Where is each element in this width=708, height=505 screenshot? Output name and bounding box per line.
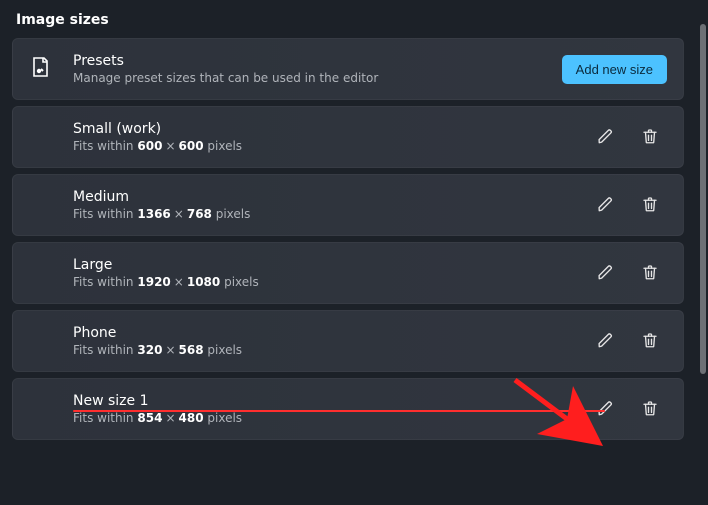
size-height: 768 xyxy=(187,207,212,221)
fits-label: Fits within xyxy=(73,275,134,289)
delete-button[interactable] xyxy=(639,398,661,420)
size-width: 600 xyxy=(137,139,162,153)
times-sep: × xyxy=(171,207,187,221)
pencil-icon xyxy=(597,331,615,352)
size-dimensions: Fits within 1920×1080 pixels xyxy=(73,275,595,289)
add-new-size-button[interactable]: Add new size xyxy=(562,55,667,84)
delete-button[interactable] xyxy=(639,330,661,352)
size-width: 320 xyxy=(137,343,162,357)
size-row-actions xyxy=(595,262,661,284)
size-row-text: New size 1 Fits within 854×480 pixels xyxy=(73,393,595,425)
size-width: 1920 xyxy=(137,275,170,289)
size-name: Medium xyxy=(73,189,595,205)
trash-icon xyxy=(641,331,659,352)
size-name: Large xyxy=(73,257,595,273)
size-row-actions xyxy=(595,398,661,420)
fits-label: Fits within xyxy=(73,207,134,221)
size-row-text: Small (work) Fits within 600×600 pixels xyxy=(73,121,595,153)
size-height: 1080 xyxy=(187,275,220,289)
size-row: Large Fits within 1920×1080 pixels xyxy=(12,242,684,304)
size-dimensions: Fits within 320×568 pixels xyxy=(73,343,595,357)
size-dimensions: Fits within 854×480 pixels xyxy=(73,411,595,425)
presets-subtitle: Manage preset sizes that can be used in … xyxy=(73,71,562,85)
fits-label: Fits within xyxy=(73,411,134,425)
size-name: Small (work) xyxy=(73,121,595,137)
pencil-icon xyxy=(597,263,615,284)
size-row: Small (work) Fits within 600×600 pixels xyxy=(12,106,684,168)
edit-button[interactable] xyxy=(595,398,617,420)
section-title: Image sizes xyxy=(16,12,684,28)
edit-button[interactable] xyxy=(595,262,617,284)
delete-button[interactable] xyxy=(639,194,661,216)
size-row-text: Medium Fits within 1366×768 pixels xyxy=(73,189,595,221)
trash-icon xyxy=(641,195,659,216)
size-row-actions xyxy=(595,194,661,216)
trash-icon xyxy=(641,399,659,420)
edit-button[interactable] xyxy=(595,330,617,352)
scrollbar[interactable] xyxy=(700,24,706,374)
size-row-text: Phone Fits within 320×568 pixels xyxy=(73,325,595,357)
size-row: New size 1 Fits within 854×480 pixels xyxy=(12,378,684,440)
fits-label: Fits within xyxy=(73,139,134,153)
size-dimensions: Fits within 1366×768 pixels xyxy=(73,207,595,221)
delete-button[interactable] xyxy=(639,126,661,148)
size-row-actions xyxy=(595,126,661,148)
edit-button[interactable] xyxy=(595,126,617,148)
size-width: 854 xyxy=(137,411,162,425)
pixels-label: pixels xyxy=(207,139,242,153)
delete-button[interactable] xyxy=(639,262,661,284)
times-sep: × xyxy=(162,343,178,357)
size-height: 568 xyxy=(179,343,204,357)
pencil-icon xyxy=(597,195,615,216)
times-sep: × xyxy=(162,411,178,425)
size-row: Medium Fits within 1366×768 pixels xyxy=(12,174,684,236)
times-sep: × xyxy=(171,275,187,289)
size-height: 600 xyxy=(179,139,204,153)
size-dimensions: Fits within 600×600 pixels xyxy=(73,139,595,153)
image-sizes-panel: Image sizes Presets Manage preset sizes … xyxy=(0,0,696,505)
size-row-actions xyxy=(595,330,661,352)
size-height: 480 xyxy=(179,411,204,425)
trash-icon xyxy=(641,127,659,148)
size-row-text: Large Fits within 1920×1080 pixels xyxy=(73,257,595,289)
size-width: 1366 xyxy=(137,207,170,221)
pixels-label: pixels xyxy=(207,411,242,425)
size-row: Phone Fits within 320×568 pixels xyxy=(12,310,684,372)
presets-text: Presets Manage preset sizes that can be … xyxy=(73,53,562,85)
pixels-label: pixels xyxy=(216,207,251,221)
pixels-label: pixels xyxy=(207,343,242,357)
presets-icon xyxy=(29,55,73,83)
size-name: Phone xyxy=(73,325,595,341)
fits-label: Fits within xyxy=(73,343,134,357)
presets-header-row: Presets Manage preset sizes that can be … xyxy=(12,38,684,100)
edit-button[interactable] xyxy=(595,194,617,216)
pixels-label: pixels xyxy=(224,275,259,289)
size-name: New size 1 xyxy=(73,393,595,409)
pencil-icon xyxy=(597,399,615,420)
trash-icon xyxy=(641,263,659,284)
presets-title: Presets xyxy=(73,53,562,69)
pencil-icon xyxy=(597,127,615,148)
times-sep: × xyxy=(162,139,178,153)
